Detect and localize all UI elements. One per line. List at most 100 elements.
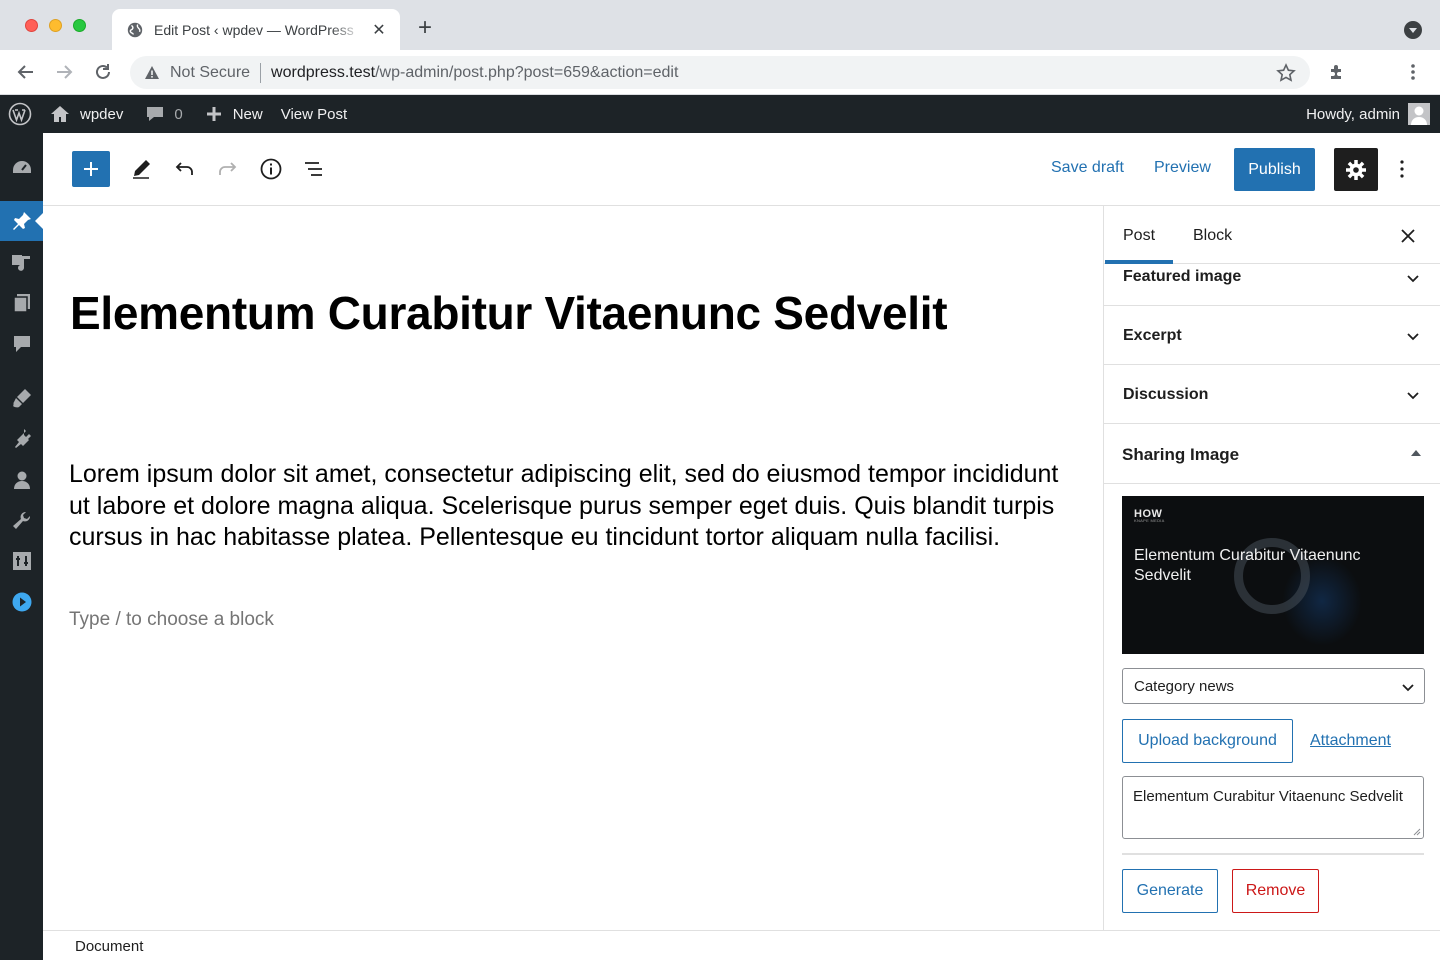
undo-icon	[175, 162, 193, 175]
menu-settings[interactable]	[0, 541, 43, 581]
block-appender[interactable]: Type / to choose a block	[69, 609, 274, 631]
view-post-link[interactable]: View Post	[281, 95, 347, 133]
sharing-text-field[interactable]: Elementum Curabitur Vitaenunc Sedvelit	[1122, 776, 1424, 839]
chevron-down-icon	[1407, 392, 1419, 400]
url-path: /wp-admin/post.php?post=659&action=edit	[375, 63, 679, 81]
tab-post[interactable]: Post	[1123, 227, 1155, 245]
menu-plugin-video[interactable]	[0, 582, 43, 622]
editor-canvas: Elementum Curabitur Vitaenunc Sedvelit L…	[43, 206, 1103, 930]
new-content-link[interactable]: New	[205, 95, 263, 133]
redo-button[interactable]	[216, 157, 240, 181]
site-name: wpdev	[80, 105, 124, 123]
paragraph-block[interactable]: Lorem ipsum dolor sit amet, consectetur …	[69, 459, 1069, 554]
media-icon	[11, 255, 30, 271]
tools-wrench-icon	[12, 511, 30, 529]
tab-block[interactable]: Block	[1193, 227, 1232, 245]
wordpress-logo-icon[interactable]	[0, 95, 40, 133]
chevron-down-icon	[1407, 275, 1419, 283]
menu-posts[interactable]	[0, 201, 43, 241]
dashboard-icon	[12, 161, 31, 173]
gear-icon	[1346, 159, 1366, 180]
browser-menu-icon[interactable]	[1401, 60, 1425, 84]
details-button[interactable]	[259, 157, 283, 181]
browser-tab[interactable]: Edit Post ‹ wpdev — WordPress ✕	[112, 9, 400, 50]
upload-background-button[interactable]: Upload background	[1122, 719, 1293, 763]
remove-button[interactable]: Remove	[1232, 869, 1319, 913]
preview-title: Elementum Curabitur Vitaenunc Sedvelit	[1134, 547, 1361, 584]
view-post-label: View Post	[280, 105, 348, 123]
pencil-icon	[133, 160, 150, 179]
new-tab-button[interactable]: +	[414, 14, 436, 41]
site-name-link[interactable]: wpdev	[50, 95, 123, 133]
block-inserter-button[interactable]	[72, 151, 110, 187]
panel-title-excerpt: Excerpt	[1123, 327, 1182, 344]
tab-search-icon[interactable]	[1404, 21, 1422, 39]
editor-footer: Document	[43, 930, 1440, 960]
tools-edit-button[interactable]	[129, 157, 153, 181]
reload-icon[interactable]	[91, 60, 115, 84]
undo-button[interactable]	[172, 157, 196, 181]
list-view-icon	[305, 162, 322, 176]
account-menu[interactable]: Howdy, admin	[1306, 95, 1430, 133]
tab-title: Edit Post ‹ wpdev — WordPress	[154, 21, 354, 38]
admin-side-menu	[0, 133, 43, 960]
sidebar-tabs: Post Block	[1104, 206, 1440, 264]
comment-bubble-icon	[147, 107, 164, 121]
menu-comments[interactable]	[0, 324, 43, 364]
plus-icon	[206, 107, 221, 121]
avatar	[1408, 103, 1430, 125]
menu-dashboard[interactable]	[0, 148, 43, 188]
menu-plugins[interactable]	[0, 418, 43, 458]
posts-pin-icon	[12, 212, 31, 230]
panel-title-featured-image: Featured image	[1123, 268, 1242, 285]
plus-icon	[84, 162, 98, 176]
window-minimize-button[interactable]	[49, 19, 62, 32]
menu-users[interactable]	[0, 460, 43, 500]
preview-button[interactable]: Preview	[1154, 159, 1211, 177]
forward-icon[interactable]	[52, 60, 76, 84]
menu-pages[interactable]	[0, 283, 43, 323]
panel-featured-image[interactable]: Featured image	[1104, 264, 1440, 306]
window-zoom-button[interactable]	[73, 19, 86, 32]
back-icon[interactable]	[14, 60, 38, 84]
menu-media[interactable]	[0, 243, 43, 283]
close-icon	[1401, 229, 1415, 243]
save-draft-button[interactable]: Save draft	[1051, 159, 1124, 177]
chevron-down-icon	[1402, 684, 1414, 692]
comments-count: 0	[174, 105, 183, 123]
security-label: Not Secure	[170, 63, 251, 81]
close-tab-icon[interactable]: ✕	[370, 21, 388, 39]
settings-sliders-icon	[12, 552, 31, 570]
settings-toggle-button[interactable]	[1334, 148, 1378, 191]
plugins-icon	[14, 429, 31, 448]
caret-up-icon	[1411, 450, 1421, 456]
list-view-button[interactable]	[302, 157, 326, 181]
preview-logo-subtitle: KNAPE MEDIA	[1134, 518, 1165, 523]
bookmark-star-icon[interactable]	[1276, 63, 1296, 83]
template-select[interactable]: Category news	[1122, 668, 1425, 704]
comments-link[interactable]: 0	[145, 95, 183, 133]
url-host: wordpress.test	[271, 63, 376, 81]
more-options-button[interactable]	[1390, 157, 1414, 181]
address-bar[interactable]: Not Secure wordpress.test/wp-admin/post.…	[130, 56, 1310, 89]
globe-icon	[127, 22, 143, 37]
window-close-button[interactable]	[25, 19, 38, 32]
publish-button[interactable]: Publish	[1234, 148, 1315, 191]
menu-appearance[interactable]	[0, 378, 43, 418]
attachment-link[interactable]: Attachment	[1310, 732, 1391, 750]
panel-discussion[interactable]: Discussion	[1104, 365, 1440, 424]
warning-icon	[145, 65, 159, 79]
panel-excerpt[interactable]: Excerpt	[1104, 306, 1440, 365]
browser-toolbar: Not Secure wordpress.test/wp-admin/post.…	[0, 50, 1440, 95]
post-title[interactable]: Elementum Curabitur Vitaenunc Sedvelit	[70, 286, 948, 340]
chevron-down-icon	[1407, 333, 1419, 341]
menu-tools[interactable]	[0, 501, 43, 541]
generate-button[interactable]: Generate	[1122, 869, 1218, 913]
panel-title-discussion: Discussion	[1123, 386, 1209, 403]
panel-sharing-image[interactable]: Sharing Image	[1104, 424, 1440, 484]
pages-icon	[12, 294, 30, 313]
extensions-icon[interactable]	[1325, 60, 1349, 84]
close-sidebar-button[interactable]	[1396, 224, 1420, 248]
breadcrumb[interactable]: Document	[75, 938, 143, 955]
resize-handle-icon[interactable]	[1413, 828, 1421, 836]
